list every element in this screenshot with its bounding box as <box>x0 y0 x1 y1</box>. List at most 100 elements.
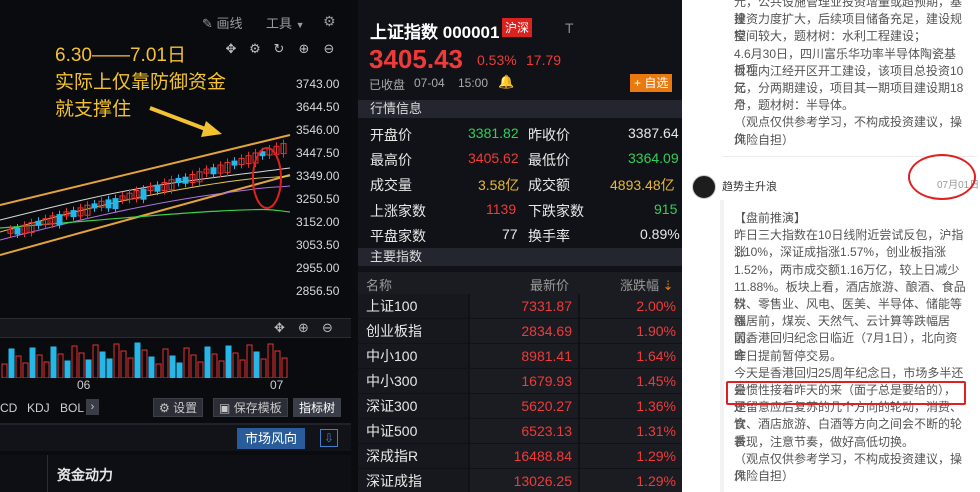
volume-bar <box>8 348 15 378</box>
message-line: 风险自担） <box>734 132 795 147</box>
candle <box>210 167 217 175</box>
index-code: 000001 <box>442 23 500 42</box>
volume-bar <box>22 362 29 378</box>
volume-bar <box>113 343 120 378</box>
col-header-name[interactable]: 名称 <box>366 275 392 294</box>
indicator-tree-button[interactable]: 指标树 <box>293 398 342 417</box>
move-icon[interactable]: ✥ <box>274 320 285 336</box>
indicator-tab-bol[interactable]: BOL <box>60 401 84 415</box>
index-price-cell: 7331.87 <box>470 294 578 318</box>
fund-flow-row: 资金动力 <box>0 455 351 492</box>
annotation-arrow-head <box>201 121 222 137</box>
index-price-cell: 6523.13 <box>470 419 578 443</box>
chat-panel: 元，公共设施管理业投资增量或超预期，基建 投资力度扩大，后续项目储备充足，建设规模… <box>682 0 980 492</box>
volume-bar <box>232 352 239 378</box>
app-root: ✎ 画线 工具 ▼ ⚙ ✥ ⚙ ↻ ⊕ ⊖ 6.30——7.01日 实际上仅靠防… <box>0 0 980 492</box>
volume-bar <box>148 356 155 378</box>
chevron-right-icon[interactable]: › <box>86 399 99 415</box>
index-price-cell: 16488.84 <box>470 444 578 468</box>
index-row[interactable]: 深证300 5620.27 1.36% <box>358 394 682 418</box>
kline-chart-panel[interactable]: ✎ 画线 工具 ▼ ⚙ ✥ ⚙ ↻ ⊕ ⊖ 6.30——7.01日 实际上仅靠防… <box>0 0 351 492</box>
volume-bar <box>239 359 246 378</box>
bell-icon[interactable]: 🔔 <box>498 74 514 90</box>
zoom-in-icon[interactable]: ⊕ <box>298 320 309 336</box>
volume-bar <box>281 357 288 378</box>
avatar[interactable] <box>692 175 716 199</box>
index-row[interactable]: 中证500 6523.13 1.31% <box>358 419 682 443</box>
candle <box>70 210 77 218</box>
volume-bar <box>190 354 197 378</box>
info-row: 上涨家数 1139 下跌家数 915 <box>358 197 682 222</box>
fall-value: 915 <box>654 201 678 217</box>
highlight-circle <box>908 154 976 200</box>
price-label: 3546.00 <box>296 123 340 137</box>
index-name: 上证指数 <box>370 23 438 42</box>
volume-bar <box>120 350 127 378</box>
volume-bar <box>1 363 8 378</box>
index-pct-cell: 1.90% <box>580 319 682 343</box>
candle <box>112 198 119 210</box>
index-price-cell: 5620.27 <box>470 394 578 418</box>
price-label: 2856.50 <box>296 284 340 298</box>
save-template-button[interactable]: ▣ 保存模板 <box>213 398 288 417</box>
index-price-cell: 2834.69 <box>470 319 578 343</box>
indicator-tab-kdj[interactable]: KDJ <box>27 401 50 415</box>
index-pct-cell: 1.45% <box>580 369 682 393</box>
prev-close-label: 昨收价 <box>528 127 570 143</box>
index-row[interactable]: 上证100 7331.87 2.00% <box>358 294 682 318</box>
col-header-price[interactable]: 最新价 <box>530 275 569 294</box>
price-label: 3743.00 <box>296 77 340 91</box>
index-name-cell: 中小100 <box>358 344 468 368</box>
info-row: 开盘价 3381.82 昨收价 3387.64 <box>358 121 682 146</box>
index-pct-cell: 1.31% <box>580 419 682 443</box>
message-line: 【盘前推演】 <box>734 211 807 225</box>
flat-label: 平盘家数 <box>370 228 426 244</box>
volume-bar <box>246 344 253 378</box>
volume-bar <box>50 346 57 378</box>
message-line: 风险自担） <box>734 469 795 483</box>
col-header-pct[interactable]: 涨跌幅 ⇣ <box>620 275 674 294</box>
message-line: 昨日提前暂停交易。 <box>734 348 843 363</box>
index-row[interactable]: 深证成指 13026.25 1.29% <box>358 469 682 492</box>
fall-label: 下跌家数 <box>528 203 584 219</box>
index-row[interactable]: 创业板指 2834.69 1.90% <box>358 319 682 343</box>
volume-bar <box>197 361 204 378</box>
message-bar <box>720 200 724 492</box>
volume-pane-header: ✥ ⊕ ⊖ <box>0 318 351 338</box>
settings-button[interactable]: ⚙ 设置 <box>153 398 204 417</box>
volume-bar <box>162 348 169 378</box>
section-header-quote-info: 行情信息 <box>358 100 682 118</box>
message-line: 1.52%，两市成交额1.16万亿，较上日减少 <box>734 262 960 277</box>
add-watchlist-button[interactable]: + 自选 <box>630 74 673 92</box>
divider <box>47 455 48 492</box>
quote-date: 07-04 <box>414 76 445 90</box>
index-row[interactable]: 中小300 1679.93 1.45% <box>358 369 682 393</box>
price-label: 3250.50 <box>296 192 340 206</box>
index-name-cell: 深证成指 <box>358 469 468 492</box>
index-row[interactable]: 深成指R 16488.84 1.29% <box>358 444 682 468</box>
index-name-cell: 创业板指 <box>358 319 468 343</box>
open-label: 开盘价 <box>370 127 412 143</box>
low-value: 3364.09 <box>628 150 679 166</box>
download-icon[interactable]: ⇩ <box>320 429 338 447</box>
zoom-out-icon[interactable]: ⊖ <box>322 320 333 336</box>
flat-value: 77 <box>502 226 518 242</box>
message-line: 月，题材树：半导体。 <box>734 98 855 113</box>
quote-time: 15:00 <box>458 76 489 90</box>
index-row[interactable]: 中小100 8981.41 1.64% <box>358 344 682 368</box>
market-trend-button[interactable]: 市场风向 <box>237 428 306 449</box>
message-line: 1.10%，深证成指涨1.57%，创业板指涨 <box>734 245 947 260</box>
change-percent: 0.53% <box>477 52 517 68</box>
volume-bar <box>260 358 267 378</box>
template-icon: ▣ <box>219 401 231 415</box>
candle <box>91 203 98 209</box>
index-pct-cell: 1.64% <box>580 344 682 368</box>
volume-bar <box>92 344 99 378</box>
volume-bar <box>169 355 176 378</box>
candle <box>140 188 147 200</box>
indicator-tab-cd[interactable]: CD <box>0 401 17 415</box>
candles-group <box>7 139 287 238</box>
price-label: 3053.50 <box>296 238 340 252</box>
author-name[interactable]: 趋势主升浪 <box>722 178 777 194</box>
candle <box>175 178 182 183</box>
